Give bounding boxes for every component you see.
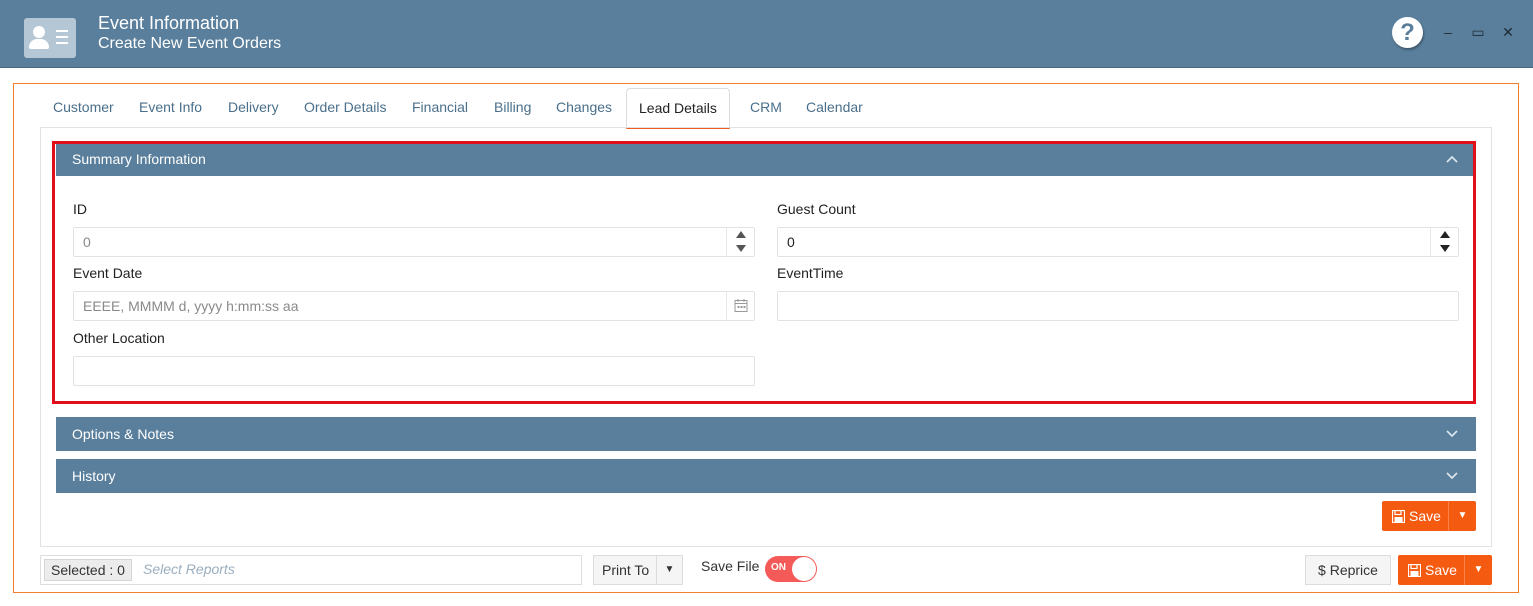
summary-highlight-box — [52, 141, 1476, 404]
tab-changes[interactable]: Changes — [544, 88, 624, 127]
footer-save-button[interactable]: Save ▼ — [1398, 555, 1492, 585]
caret-down-icon[interactable]: ▼ — [656, 556, 682, 584]
print-to-label: Print To — [602, 562, 650, 578]
tab-event-info[interactable]: Event Info — [127, 88, 214, 127]
toggle-knob — [792, 557, 816, 581]
options-notes-title: Options & Notes — [72, 426, 174, 442]
caret-down-icon[interactable]: ▼ — [1448, 501, 1476, 531]
report-selector[interactable]: Selected : 0 Select Reports — [40, 555, 582, 585]
contact-card-icon — [24, 18, 76, 58]
window-subtitle: Create New Event Orders — [98, 35, 282, 52]
panel-save-label: Save — [1409, 508, 1441, 524]
chevron-down-icon — [1446, 417, 1458, 451]
select-reports-placeholder: Select Reports — [143, 561, 235, 577]
caret-down-icon[interactable]: ▼ — [1464, 555, 1492, 585]
footer-save-label: Save — [1425, 562, 1457, 578]
tab-crm[interactable]: CRM — [738, 88, 794, 127]
save-file-label: Save File — [701, 558, 760, 574]
tab-customer[interactable]: Customer — [41, 88, 126, 127]
tab-financial[interactable]: Financial — [400, 88, 480, 127]
floppy-disk-icon — [1407, 563, 1422, 578]
maximize-button[interactable]: ▭ — [1470, 24, 1486, 41]
close-button[interactable]: ✕ — [1500, 24, 1516, 41]
history-title: History — [72, 468, 116, 484]
chevron-down-icon — [1446, 459, 1458, 493]
panel-save-button[interactable]: Save ▼ — [1382, 501, 1476, 531]
reprice-button[interactable]: $ Reprice — [1305, 555, 1391, 585]
footer-save-main[interactable]: Save — [1398, 555, 1457, 585]
minimize-button[interactable]: – — [1440, 24, 1456, 40]
floppy-disk-icon — [1391, 509, 1406, 524]
tab-calendar[interactable]: Calendar — [794, 88, 875, 127]
tab-order-details[interactable]: Order Details — [292, 88, 398, 127]
window-title: Event Information — [98, 13, 240, 33]
options-notes-section-header[interactable]: Options & Notes — [56, 417, 1476, 451]
history-section-header[interactable]: History — [56, 459, 1476, 493]
save-file-toggle[interactable]: ON — [765, 556, 817, 582]
title-bar: Event Information Create New Event Order… — [0, 0, 1533, 68]
tab-lead-details[interactable]: Lead Details — [626, 88, 730, 129]
panel-save-main[interactable]: Save — [1382, 501, 1441, 531]
selected-count-badge: Selected : 0 — [44, 559, 132, 581]
tab-billing[interactable]: Billing — [482, 88, 543, 127]
toggle-state-text: ON — [771, 562, 786, 573]
print-to-dropdown[interactable]: Print To ▼ — [593, 555, 683, 585]
help-icon[interactable]: ? — [1392, 17, 1423, 48]
tab-delivery[interactable]: Delivery — [216, 88, 291, 127]
